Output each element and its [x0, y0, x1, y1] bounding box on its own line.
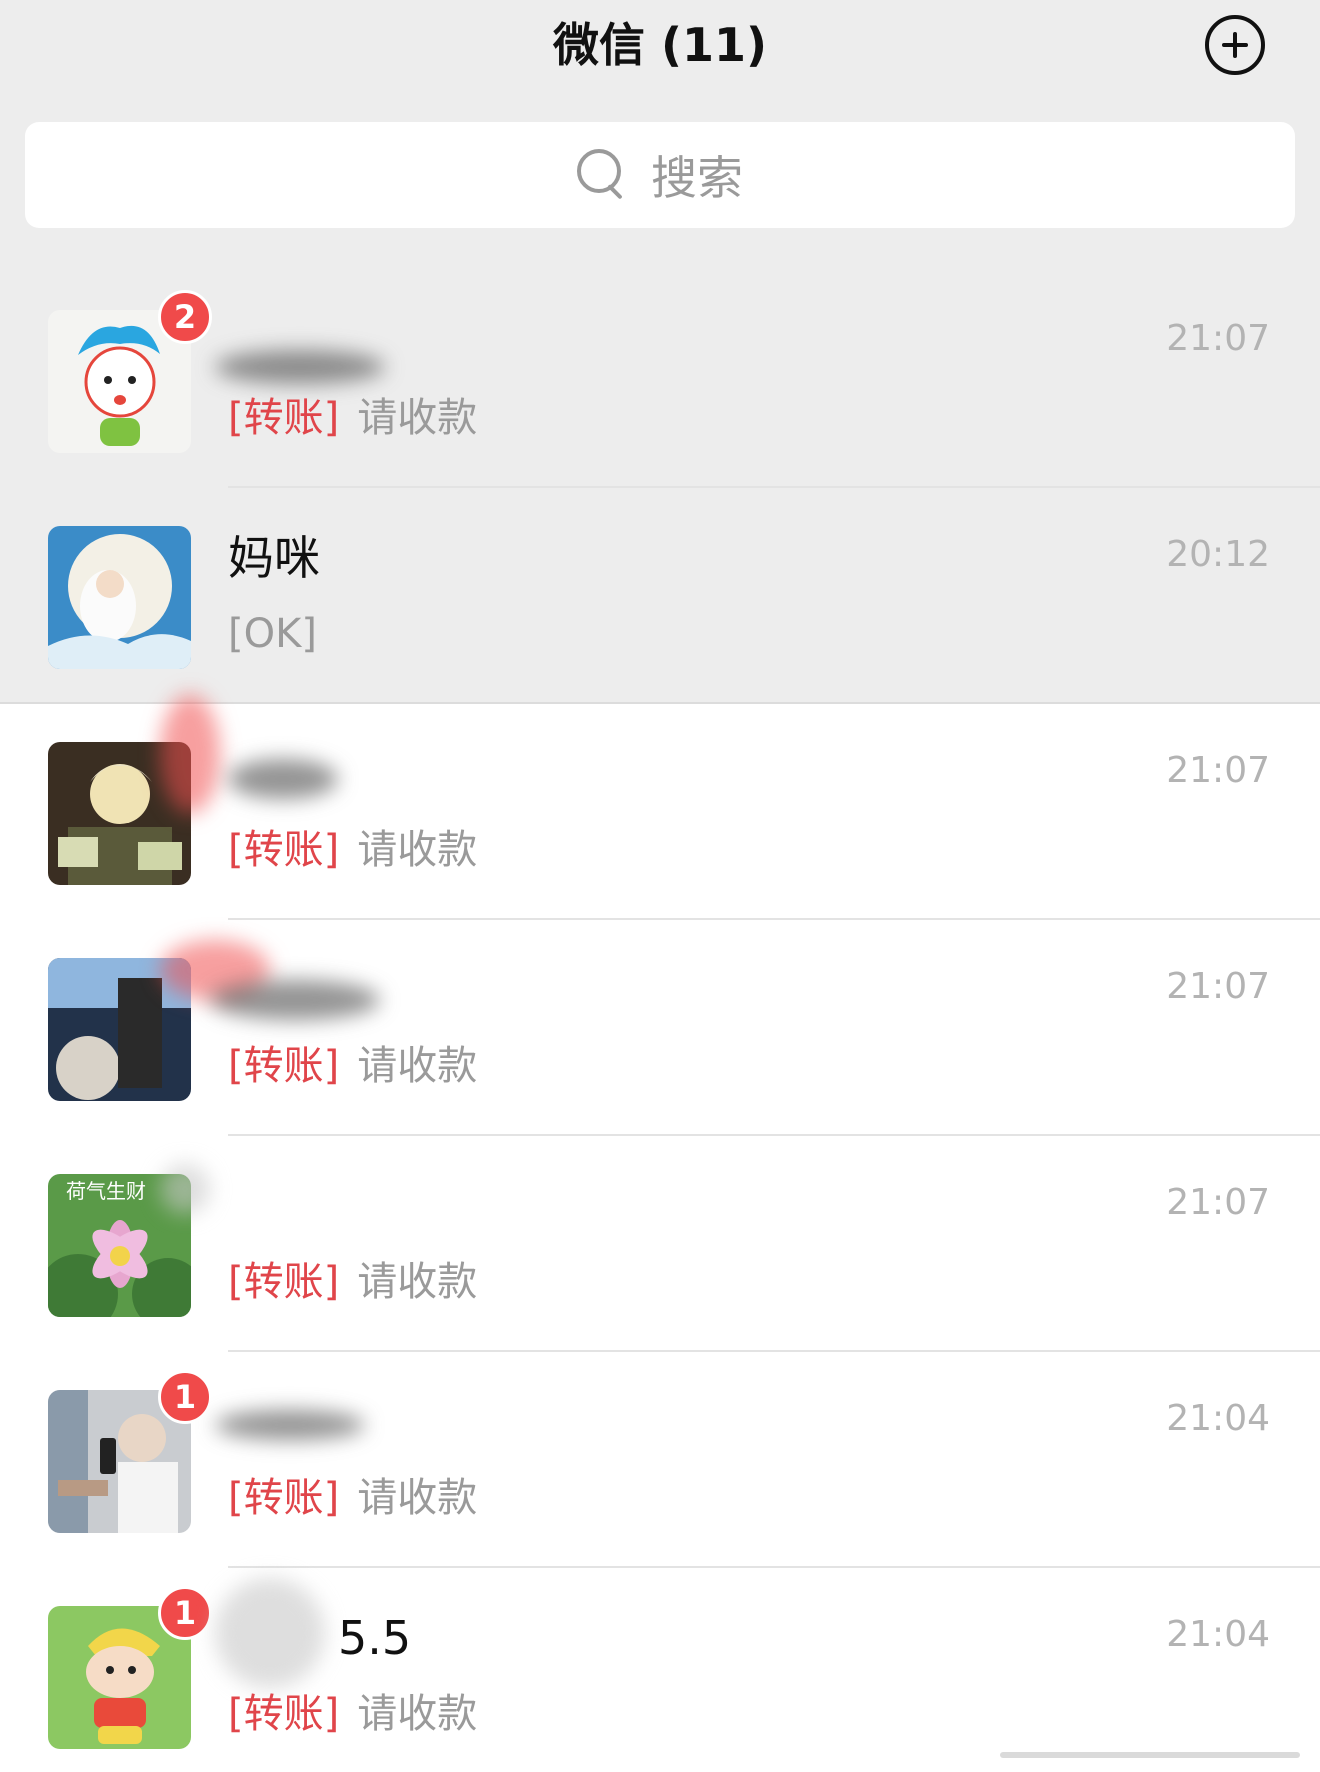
plus-circle-icon[interactable]	[1205, 15, 1265, 75]
redacted-name	[215, 350, 385, 384]
redacted-name	[215, 1578, 325, 1688]
chat-time: 21:04	[1166, 1398, 1270, 1439]
unread-badge: 1	[158, 1586, 212, 1640]
redacted-name	[228, 759, 338, 799]
chat-row[interactable]: 1 21:04 [转账] 请收款	[0, 1352, 1320, 1568]
redacted-badge	[160, 1164, 210, 1214]
chat-row[interactable]: 21:07 [转账] 请收款	[0, 920, 1320, 1136]
chat-row[interactable]: 妈咪 20:12 [OK]	[0, 488, 1320, 704]
avatar-text: 荷气生财	[66, 1179, 146, 1203]
transfer-tag: [转账]	[228, 1259, 340, 1305]
chat-preview: [转账] 请收款	[228, 822, 477, 878]
unread-badge: 2	[158, 290, 212, 344]
preview-text: 请收款	[357, 1475, 478, 1521]
transfer-tag: [转账]	[228, 395, 340, 441]
transfer-tag: [转账]	[228, 1043, 340, 1089]
chat-preview: [转账] 请收款	[228, 1470, 477, 1526]
chat-preview: [转账] 请收款	[228, 1254, 477, 1310]
chat-row[interactable]: 21:07 [转账] 请收款	[0, 694, 1320, 920]
chat-time: 21:07	[1166, 1182, 1270, 1223]
chat-time: 21:04	[1166, 1614, 1270, 1655]
transfer-tag: [转账]	[228, 1691, 340, 1737]
redacted-name	[215, 1410, 365, 1440]
search-placeholder: 搜索	[651, 151, 743, 205]
transfer-tag: [转账]	[228, 1475, 340, 1521]
search-bar[interactable]: 搜索	[25, 122, 1295, 228]
chat-name: 5.5	[338, 1611, 412, 1665]
chat-preview: [转账] 请收款	[228, 390, 477, 446]
home-indicator	[1000, 1752, 1300, 1758]
chat-time: 21:07	[1166, 318, 1270, 359]
chat-list: 2 21:07 [转账] 请收款 妈咪 20:12 [OK] 21:07 [转账…	[0, 272, 1320, 1772]
redacted-name	[210, 980, 380, 1020]
chat-time: 21:07	[1166, 966, 1270, 1007]
chat-time: 20:12	[1166, 534, 1270, 575]
search-icon	[577, 149, 629, 201]
avatar	[48, 526, 191, 669]
chat-row[interactable]: 1 5.5 21:04 [转账] 请收款	[0, 1568, 1320, 1772]
chat-row[interactable]: 2 21:07 [转账] 请收款	[0, 272, 1320, 488]
preview-text: [OK]	[228, 611, 317, 657]
preview-text: 请收款	[357, 1259, 478, 1305]
chat-time: 21:07	[1166, 750, 1270, 791]
preview-text: 请收款	[357, 395, 478, 441]
preview-text: 请收款	[357, 1691, 478, 1737]
chat-preview: [OK]	[228, 606, 317, 662]
transfer-tag: [转账]	[228, 827, 340, 873]
chat-row[interactable]: 荷气生财 21:07 [转账] 请收款	[0, 1136, 1320, 1352]
chat-preview: [转账] 请收款	[228, 1038, 477, 1094]
unread-badge: 1	[158, 1370, 212, 1424]
chat-name: 妈咪	[228, 531, 320, 585]
redacted-badge	[160, 694, 220, 814]
top-bar: 微信 (11) 搜索	[0, 0, 1320, 272]
preview-text: 请收款	[357, 1043, 478, 1089]
preview-text: 请收款	[357, 827, 478, 873]
page-title: 微信 (11)	[552, 18, 768, 72]
chat-preview: [转账] 请收款	[228, 1686, 477, 1742]
